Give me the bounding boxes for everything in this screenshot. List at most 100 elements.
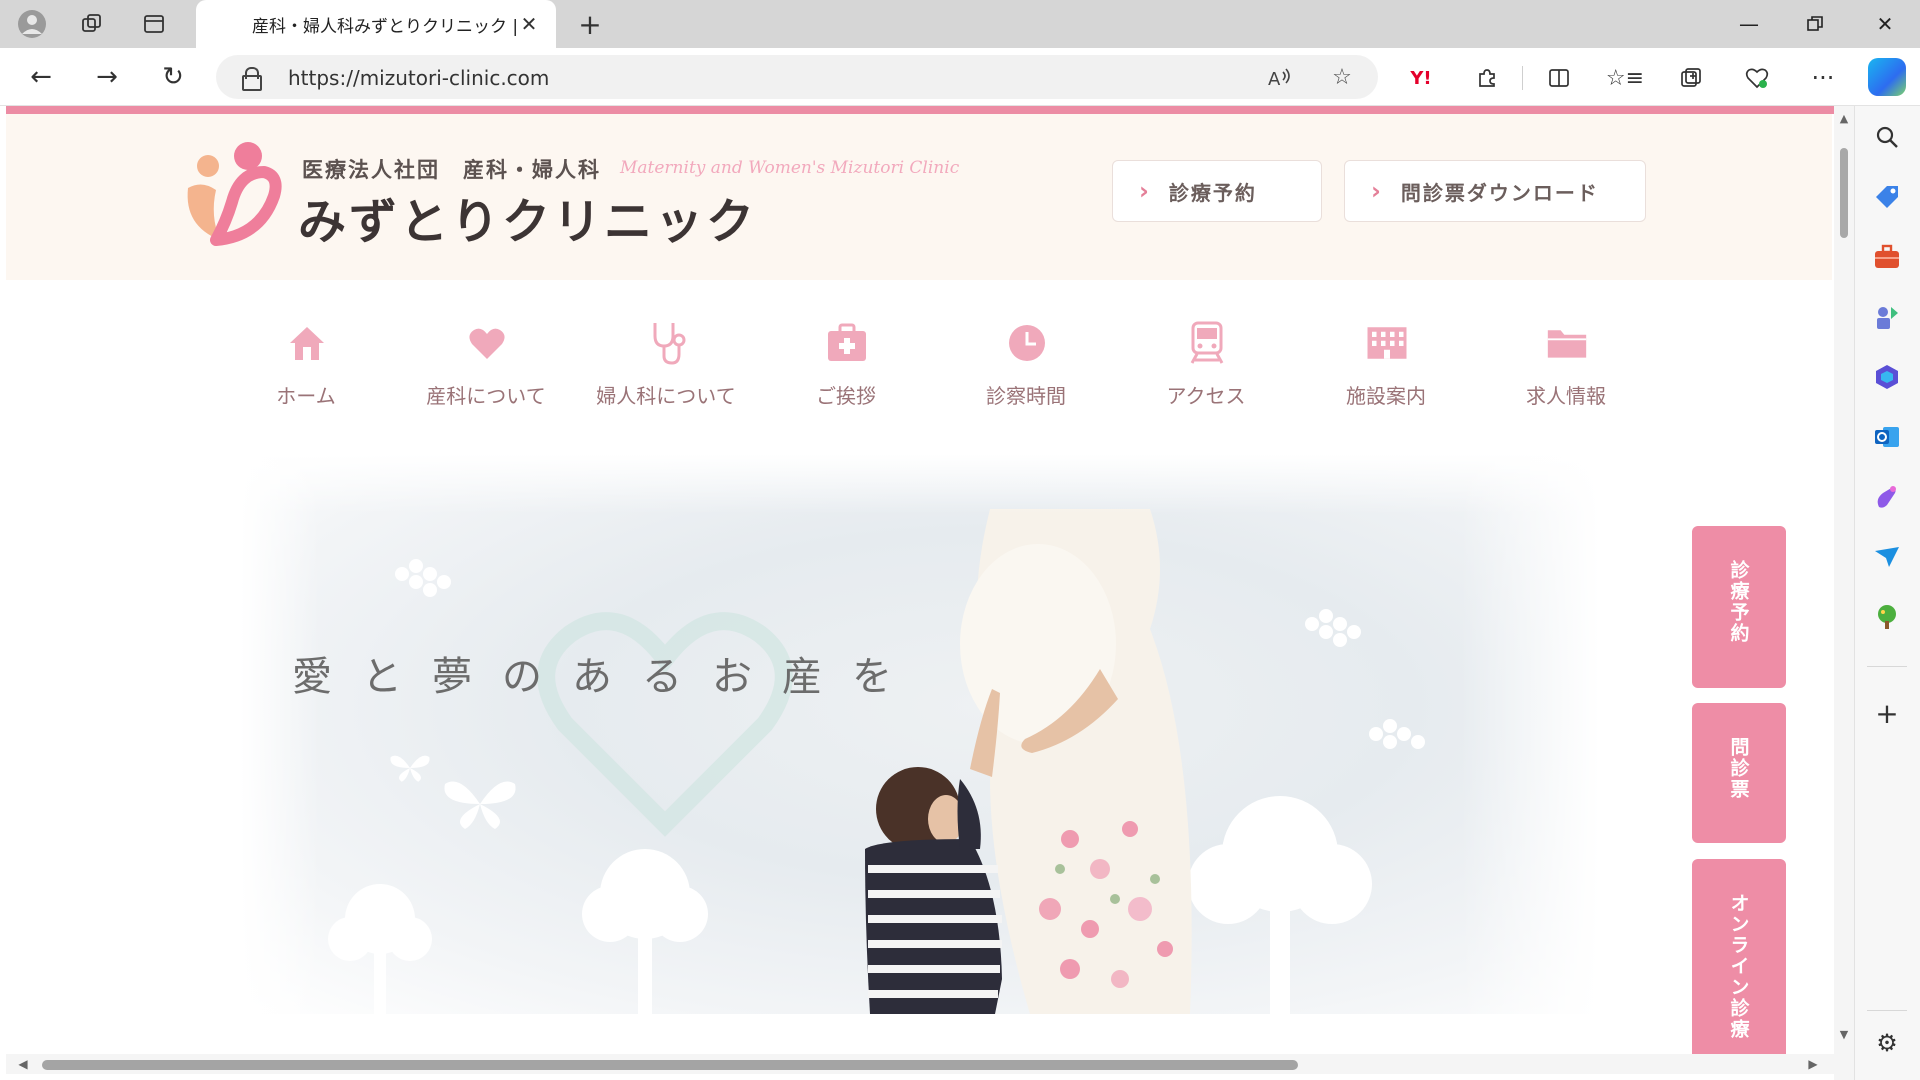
profile-avatar-icon[interactable]	[16, 8, 48, 40]
address-bar[interactable]: https://mizutori-clinic.com A ☆	[216, 55, 1378, 99]
sidebar-microsoft365-icon[interactable]	[1870, 360, 1904, 394]
browser-toolbar: ← → ↻ https://mizutori-clinic.com A ☆ Y!…	[0, 48, 1920, 106]
float-tab-online-consultation[interactable]: オンライン診療	[1692, 859, 1786, 1054]
logo-clinic-name[interactable]: みずとりクリニック	[298, 182, 757, 252]
sidebar-games-icon[interactable]	[1870, 300, 1904, 334]
tree-silhouette-icon	[328, 884, 432, 1014]
reservation-button[interactable]: › 診療予約	[1112, 160, 1322, 222]
building-icon	[1366, 320, 1408, 366]
svg-text:A: A	[1268, 69, 1281, 88]
nav-label-access: アクセス	[1166, 384, 1246, 408]
nav-item-access[interactable]: アクセス	[1126, 312, 1286, 422]
float-tab-online-label: オンライン診療	[1727, 893, 1750, 1040]
chevron-right-icon: ›	[1139, 177, 1151, 205]
vertical-scroll-thumb[interactable]	[1840, 148, 1848, 238]
vertical-scrollbar[interactable]: ▲ ▼	[1834, 106, 1854, 1080]
mother-and-child-photo	[865, 509, 1192, 1014]
close-window-button[interactable]: ✕	[1852, 0, 1918, 48]
sidebar-tools-icon[interactable]	[1870, 240, 1904, 274]
hero-banner: 愛と夢のあるお産を	[240, 454, 1600, 1014]
minimize-button[interactable]: —	[1716, 0, 1782, 48]
browser-sidebar: + ⚙	[1854, 106, 1920, 1080]
sidebar-add-icon[interactable]: +	[1870, 696, 1904, 730]
back-button[interactable]: ←	[22, 59, 60, 95]
horizontal-scrollbar[interactable]: ◀ ▶	[6, 1054, 1834, 1074]
split-screen-icon[interactable]	[1542, 62, 1576, 94]
nav-label-recruit: 求人情報	[1526, 384, 1606, 408]
hero-heart-decoration	[537, 612, 793, 837]
forward-button[interactable]: →	[88, 59, 126, 95]
folder-icon	[1546, 320, 1588, 366]
hero-fade-top	[240, 454, 1600, 514]
restore-button[interactable]	[1782, 0, 1848, 48]
scroll-up-arrow-icon[interactable]: ▲	[1838, 112, 1850, 125]
tree-silhouette-icon	[582, 849, 708, 1014]
copilot-icon[interactable]	[1868, 58, 1906, 96]
sidebar-search-icon[interactable]	[1870, 120, 1904, 154]
top-accent-strip	[6, 106, 1834, 114]
url-text[interactable]: https://mizutori-clinic.com	[288, 66, 549, 90]
active-tab[interactable]: 産科・婦人科みずとりクリニック | 兵庫 ✕	[196, 0, 556, 48]
sidebar-send-icon[interactable]	[1870, 540, 1904, 574]
nav-item-recruit[interactable]: 求人情報	[1486, 312, 1646, 422]
flower-cluster-icon	[1369, 719, 1425, 749]
favorites-list-icon[interactable]: ☆≡	[1606, 62, 1644, 94]
horizontal-scroll-thumb[interactable]	[42, 1060, 1298, 1070]
new-tab-button[interactable]: +	[572, 8, 608, 41]
settings-more-icon[interactable]: ···	[1806, 62, 1840, 94]
workspaces-icon[interactable]	[76, 8, 108, 40]
nav-label-facility: 施設案内	[1346, 384, 1426, 408]
float-tab-questionnaire[interactable]: 問診票	[1692, 703, 1786, 843]
yahoo-extension-icon[interactable]: Y!	[1404, 62, 1438, 94]
butterfly-icon	[444, 781, 516, 829]
nav-label-greeting: ご挨拶	[816, 384, 876, 408]
extensions-puzzle-icon[interactable]	[1470, 62, 1504, 94]
sidebar-outlook-icon[interactable]	[1870, 420, 1904, 454]
chevron-right-icon: ›	[1371, 177, 1383, 205]
questionnaire-download-button[interactable]: › 問診票ダウンロード	[1344, 160, 1646, 222]
tab-close-icon[interactable]: ✕	[516, 11, 542, 37]
logo-org-line: 医療法人社団 産科・婦人科	[302, 158, 601, 182]
flower-cluster-icon	[395, 559, 451, 597]
sidebar-tree-icon[interactable]	[1870, 600, 1904, 634]
train-icon	[1186, 320, 1228, 366]
scroll-left-arrow-icon[interactable]: ◀	[16, 1057, 30, 1071]
hero-tagline: 愛と夢のあるお産を	[292, 654, 922, 700]
questionnaire-label: 問診票ダウンロード	[1400, 180, 1599, 205]
nav-item-facility[interactable]: 施設案内	[1306, 312, 1466, 422]
home-icon	[286, 320, 328, 366]
flower-cluster-icon	[1305, 609, 1361, 647]
sidebar-shopping-tag-icon[interactable]	[1870, 180, 1904, 214]
reservation-label: 診療予約	[1168, 180, 1257, 205]
nav-item-gynecology[interactable]: 婦人科について	[586, 312, 746, 422]
sidebar-settings-gear-icon[interactable]: ⚙	[1870, 1026, 1904, 1060]
hero-fade-right	[1460, 454, 1600, 1014]
nav-item-greeting[interactable]: ご挨拶	[766, 312, 926, 422]
tab-actions-icon[interactable]	[138, 8, 170, 40]
nav-item-hours[interactable]: 診察時間	[946, 312, 1106, 422]
sidebar-divider	[1867, 666, 1907, 667]
first-aid-icon	[826, 320, 868, 366]
toolbar-divider	[1522, 66, 1523, 90]
logo-english-line: Maternity and Women's Mizutori Clinic	[620, 158, 960, 178]
stethoscope-icon	[646, 320, 688, 366]
nav-item-obstetrics[interactable]: 産科について	[406, 312, 566, 422]
lock-icon[interactable]	[242, 67, 262, 91]
nav-label-obstetrics: 産科について	[426, 384, 546, 408]
scroll-right-arrow-icon[interactable]: ▶	[1806, 1057, 1820, 1071]
page-viewport: 医療法人社団 産科・婦人科 Maternity and Women's Mizu…	[0, 106, 1854, 1080]
browser-tab-bar: 産科・婦人科みずとりクリニック | 兵庫 ✕ + — ✕	[0, 0, 1920, 48]
read-aloud-icon[interactable]: A	[1264, 63, 1296, 91]
refresh-button[interactable]: ↻	[154, 59, 192, 95]
sidebar-designer-icon[interactable]	[1870, 480, 1904, 514]
browser-essentials-icon[interactable]	[1740, 62, 1774, 94]
heart-icon	[466, 320, 508, 366]
tab-title: 産科・婦人科みずとりクリニック | 兵庫	[252, 16, 516, 37]
scroll-down-arrow-icon[interactable]: ▼	[1838, 1028, 1850, 1041]
favorite-star-icon[interactable]: ☆	[1326, 63, 1358, 91]
collections-icon[interactable]	[1674, 62, 1708, 94]
hero-fade-left	[240, 454, 320, 1014]
float-tab-reservation[interactable]: 診療予約	[1692, 526, 1786, 688]
nav-item-home[interactable]: ホーム	[226, 312, 386, 422]
clinic-logo-icon[interactable]	[180, 136, 284, 248]
